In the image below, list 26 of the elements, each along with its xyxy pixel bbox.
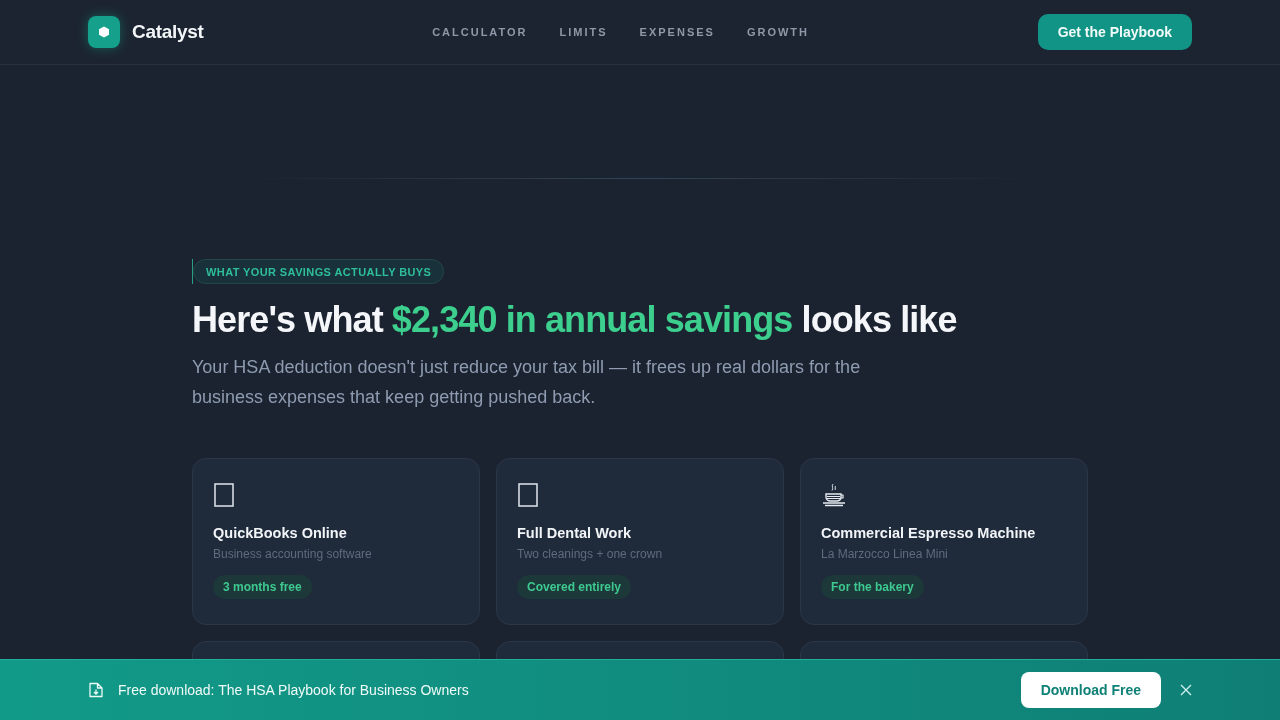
card-title: QuickBooks Online: [213, 525, 348, 541]
banner-text: Free download: The HSA Playbook for Business Owners: [118, 682, 470, 698]
eyebrow-badge: WHAT YOUR SAVINGS ACTUALLY BUYS: [193, 259, 445, 284]
nav-link[interactable]: LIMITS: [559, 26, 608, 38]
nav-link[interactable]: EXPENSES: [639, 26, 715, 38]
missing-glyph-icon: [518, 483, 538, 507]
card-tag: Covered entirely: [517, 575, 632, 599]
file-download-icon: [89, 682, 103, 698]
nav-link[interactable]: GROWTH: [746, 26, 809, 38]
intro-text: Your HSA deduction doesn't just reduce your tax bill — it frees up real dollars for the business expenses that keep getting pushed back.: [192, 356, 862, 409]
logo-icon: [88, 16, 120, 48]
get-playbook-button[interactable]: Get the Playbook: [1037, 14, 1192, 50]
card-title: Commercial Espresso Machine: [821, 525, 1037, 541]
missing-glyph-icon: [214, 483, 234, 507]
card-title: Full Dental Work: [517, 525, 633, 541]
card-tag: For the bakery: [821, 575, 924, 599]
section-heading: Here's what $2,340 in annual savings looks like: [192, 298, 958, 342]
close-icon[interactable]: [1180, 684, 1192, 696]
card-subtitle: Business accounting software: [213, 547, 373, 561]
brand-name: Catalyst: [132, 21, 204, 43]
card-subtitle: La Marzocco Linea Mini: [821, 547, 949, 561]
hot-drink-icon: [822, 483, 846, 507]
card-subtitle: Two cleanings + one crown: [517, 547, 664, 561]
download-button[interactable]: Download Free: [1020, 672, 1161, 708]
nav-link[interactable]: CALCULATOR: [432, 26, 528, 38]
card-tag: 3 months free: [213, 575, 312, 599]
